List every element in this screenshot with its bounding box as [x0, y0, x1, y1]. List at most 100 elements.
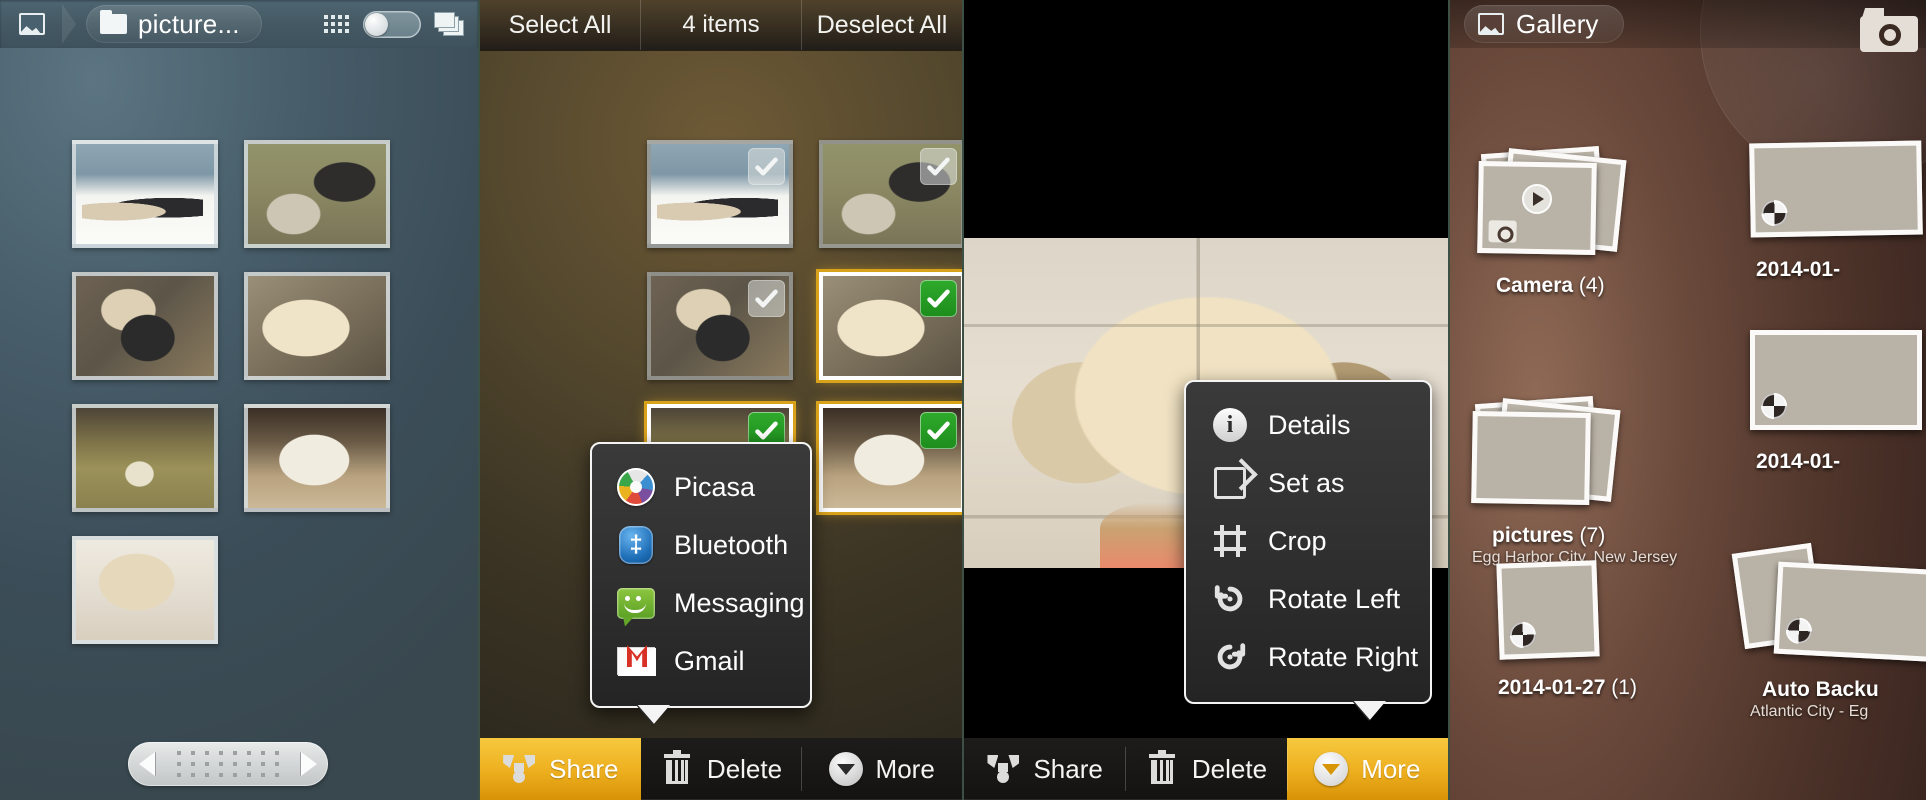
thumbnail-item[interactable] [72, 140, 218, 248]
group-by-toggle[interactable] [363, 10, 421, 38]
menu-item-label: Picasa [674, 471, 756, 502]
menu-item-label: Set as [1268, 467, 1345, 498]
menu-item-label: Bluetooth [674, 529, 789, 560]
camera-badge-icon [1488, 220, 1517, 243]
selection-actionbar: Share Delete More [480, 738, 962, 800]
menu-item-set-as[interactable]: Set as [1186, 454, 1430, 512]
album-title: pictures (7) [1492, 524, 1606, 547]
thumbnail-item[interactable] [72, 404, 218, 512]
checkbox-checked[interactable] [920, 412, 957, 449]
table-row[interactable] [819, 140, 962, 248]
more-button[interactable]: More [1286, 738, 1448, 800]
album-subtitle: Atlantic City - Eg [1750, 703, 1869, 720]
thumbnail-item[interactable] [244, 140, 390, 248]
filmstrip-stack-icon[interactable] [434, 12, 464, 36]
thumbnail-item[interactable] [72, 272, 218, 380]
checkbox-checked[interactable] [920, 280, 957, 317]
crop-icon [1210, 521, 1250, 561]
info-icon: i [1210, 405, 1250, 445]
checkbox-unchecked[interactable] [748, 280, 785, 317]
panel-multi-select: Select All 4 items Deselect All Picasa ‡… [478, 0, 962, 800]
more-button[interactable]: More [801, 738, 962, 800]
share-button[interactable]: Share [964, 738, 1125, 800]
gallery-root-button[interactable] [0, 2, 76, 46]
album-thumbnail-stack [1750, 330, 1926, 442]
list-item[interactable]: 2014-01- [1750, 330, 1926, 474]
share-menu-popup: Picasa ‡ Bluetooth Messaging Gmail [590, 442, 812, 725]
deselect-all-button[interactable]: Deselect All [801, 0, 962, 50]
panel-photo-viewer: i Details Set as Crop Rotate Left Rotate… [962, 0, 1448, 800]
delete-button[interactable]: Delete [641, 738, 802, 800]
share-button[interactable]: Share [480, 738, 641, 800]
play-badge-icon [1522, 184, 1552, 214]
menu-item-bluetooth[interactable]: ‡ Bluetooth [592, 516, 810, 574]
scrollbar-grip [177, 751, 279, 777]
selection-topbar: Select All 4 items Deselect All [480, 0, 962, 50]
menu-item-label: Rotate Right [1268, 641, 1419, 672]
share-icon [986, 752, 1020, 786]
menu-item-label: Gmail [674, 645, 745, 676]
share-button-label: Share [1033, 753, 1103, 784]
set-as-icon [1210, 463, 1250, 503]
more-menu-popup: i Details Set as Crop Rotate Left Rotate… [1184, 380, 1432, 721]
messaging-icon [616, 583, 656, 623]
grid-view-icon[interactable] [322, 13, 350, 35]
picasa-sync-badge-icon [1761, 199, 1788, 227]
album-thumbnail-stack [1477, 145, 1628, 268]
photo-icon [19, 13, 45, 35]
selection-count: 4 items [640, 0, 801, 50]
panel-gallery-grid-browser: picture... [0, 0, 478, 800]
album-thumbnail-stack [1749, 140, 1926, 250]
menu-item-details[interactable]: i Details [1186, 396, 1430, 454]
thumbnail-item[interactable] [244, 272, 390, 380]
gmail-icon [616, 641, 656, 681]
menu-item-rotate-right[interactable]: Rotate Right [1186, 628, 1430, 686]
delete-button-label: Delete [706, 753, 783, 784]
triangle-left-icon[interactable] [139, 752, 155, 776]
picasa-sync-badge-icon [1761, 393, 1787, 419]
album-title: Camera (4) [1496, 274, 1605, 297]
bluetooth-icon: ‡ [616, 525, 656, 565]
triangle-right-icon[interactable] [301, 752, 317, 776]
list-item[interactable]: Auto Backu Atlantic City - Eg [1731, 542, 1926, 721]
table-row[interactable] [647, 140, 793, 248]
breadcrumb-label: Gallery [1516, 8, 1599, 39]
menu-item-label: Details [1268, 409, 1351, 440]
table-row[interactable] [647, 272, 793, 380]
table-row[interactable] [816, 401, 962, 515]
picasa-sync-badge-icon [1785, 617, 1813, 645]
thumbnail-grid [72, 140, 390, 644]
list-item[interactable]: 2014-01- [1749, 140, 1926, 282]
thumbnail-item[interactable] [244, 404, 390, 512]
menu-item-picasa[interactable]: Picasa [592, 458, 810, 516]
screenshot-root: picture... Select All 4 items Deselect A… [0, 0, 1926, 800]
albums-topbar: Gallery [1450, 0, 1926, 52]
checkbox-unchecked[interactable] [920, 148, 957, 185]
list-item[interactable]: 2014-01-27 (1) [1496, 560, 1637, 700]
menu-item-messaging[interactable]: Messaging [592, 574, 810, 632]
photo-icon [1478, 13, 1504, 35]
select-all-button[interactable]: Select All [480, 0, 640, 50]
horizontal-scrollbar[interactable] [128, 742, 328, 786]
breadcrumb[interactable]: picture... [86, 5, 262, 43]
more-chevron-icon [1314, 752, 1349, 786]
checkbox-unchecked[interactable] [748, 148, 785, 185]
thumbnail-item[interactable] [72, 536, 218, 644]
breadcrumb[interactable]: Gallery [1464, 5, 1625, 43]
folder-icon [100, 10, 127, 34]
more-button-label: More [1361, 753, 1421, 784]
menu-item-rotate-left[interactable]: Rotate Left [1186, 570, 1430, 628]
grid-browser-topbar-actions [322, 10, 478, 38]
delete-button[interactable]: Delete [1125, 738, 1286, 800]
album-thumbnail-stack [1471, 395, 1622, 518]
menu-item-gmail[interactable]: Gmail [592, 632, 810, 690]
list-item[interactable]: pictures (7) Egg Harbor City, New Jersey [1471, 395, 1677, 567]
delete-button-label: Delete [1191, 753, 1268, 784]
menu-item-crop[interactable]: Crop [1186, 512, 1430, 570]
album-title: 2014-01- [1756, 258, 1841, 281]
table-row[interactable] [816, 269, 962, 383]
picasa-sync-badge-icon [1509, 621, 1537, 649]
list-item[interactable]: Camera (4) [1477, 145, 1628, 298]
trash-icon [1145, 750, 1179, 786]
camera-icon[interactable] [1860, 6, 1918, 52]
